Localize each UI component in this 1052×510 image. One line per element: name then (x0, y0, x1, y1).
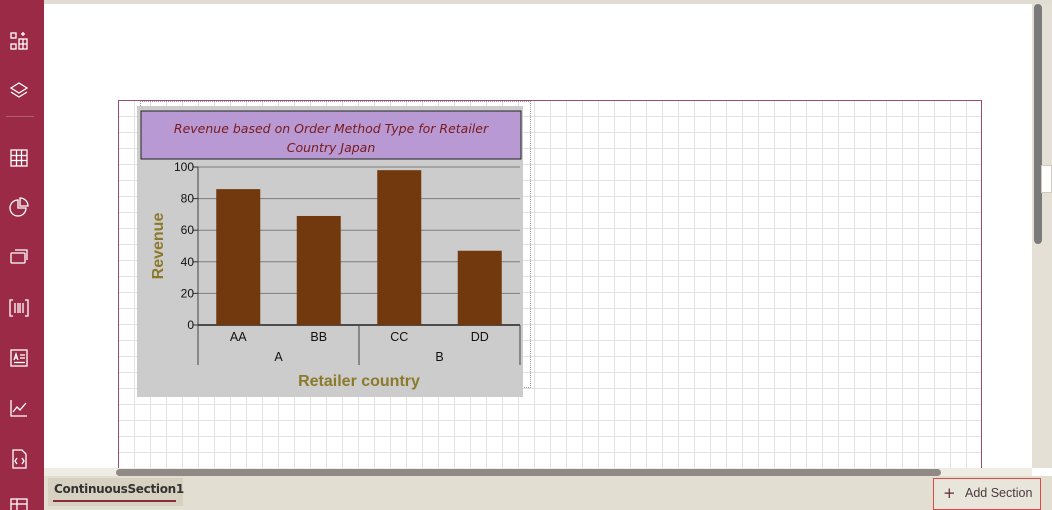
group-label: A (274, 350, 283, 364)
y-tick-label: 20 (181, 286, 195, 300)
plus-icon: + (943, 484, 956, 502)
y-tick-label: 80 (181, 192, 195, 206)
table-grid-icon[interactable] (8, 147, 30, 169)
x-tick-label: BB (310, 330, 327, 344)
sidebar (0, 0, 44, 510)
x-tick-label: CC (390, 330, 408, 344)
x-tick-label: AA (230, 330, 247, 344)
bar (216, 189, 261, 325)
y-tick-label: 40 (181, 255, 195, 269)
y-tick-label: 100 (174, 160, 194, 174)
chart-title-line-2: Country Japan (287, 140, 376, 155)
document-embed-icon[interactable] (8, 448, 30, 470)
horizontal-scrollbar-thumb[interactable] (116, 469, 941, 476)
bar (296, 215, 341, 325)
line-chart-icon[interactable] (8, 397, 30, 419)
x-axis-label: Retailer country (298, 373, 420, 390)
section-bar (44, 476, 1052, 510)
bar-chart[interactable]: Revenue based on Order Method Type for R… (137, 106, 523, 397)
subreport-icon[interactable] (8, 247, 30, 269)
y-tick-label: 0 (187, 318, 194, 332)
vertical-scrollbar-marker (1041, 165, 1052, 193)
sidebar-separator (6, 116, 34, 117)
widget-add-icon[interactable] (8, 30, 30, 52)
tab-active-indicator (53, 500, 176, 502)
barcode-icon[interactable] (8, 297, 30, 319)
layers-icon[interactable] (8, 80, 30, 102)
pie-chart-icon[interactable] (8, 196, 30, 218)
add-section-button[interactable]: + Add Section (933, 478, 1041, 510)
y-tick-label: 60 (181, 223, 195, 237)
y-axis-label: Revenue (150, 213, 167, 280)
textbox-icon[interactable] (8, 347, 30, 369)
table-icon[interactable] (8, 496, 30, 510)
group-label: B (435, 350, 443, 364)
tab-continuous-section-label: ContinuousSection1 (54, 482, 184, 496)
chart-title-line-1: Revenue based on Order Method Type for R… (174, 121, 489, 136)
x-tick-label: DD (471, 330, 489, 344)
add-section-label: Add Section (965, 486, 1033, 500)
bar (457, 250, 502, 325)
vertical-scrollbar-thumb[interactable] (1034, 4, 1042, 244)
bar (377, 170, 422, 325)
